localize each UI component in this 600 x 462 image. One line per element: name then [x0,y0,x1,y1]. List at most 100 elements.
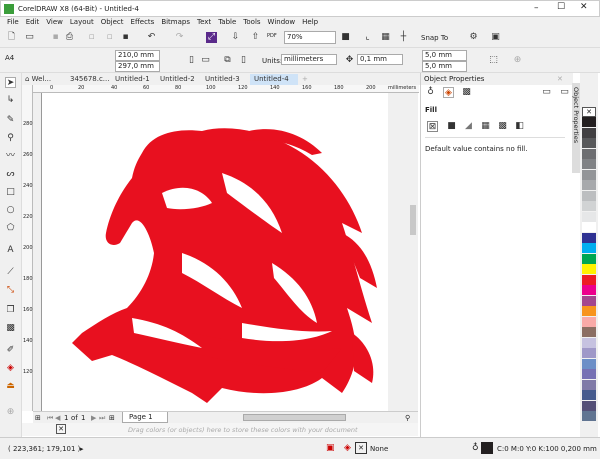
palette-swatch[interactable] [582,190,596,201]
menu-help[interactable]: Help [302,17,318,28]
tab-untitled-2[interactable]: Untitled-2 [160,74,195,85]
outline-icon[interactable]: ♁ [425,87,436,98]
add-page-before-icon[interactable]: ⊞ [35,414,41,422]
export-icon[interactable]: ⇧ [250,32,261,43]
page-size-dropdown[interactable]: A4 [3,54,98,65]
shape-tool-icon[interactable]: ↳ [5,95,16,106]
import-icon[interactable]: ⇩ [230,32,241,43]
zoom-navigator-icon[interactable]: ⚲ [405,414,410,422]
palette-swatch[interactable] [582,117,596,127]
transparency-icon[interactable]: ▩ [5,323,16,334]
current-page-icon[interactable]: ▯ [238,55,249,66]
palette-swatch[interactable] [582,274,596,285]
palette-swatch[interactable] [582,285,596,295]
no-color-swatch[interactable]: ✕ [56,424,66,434]
polygon-tool-icon[interactable]: ⬠ [5,223,16,234]
palette-swatch[interactable] [582,369,596,379]
freehand-tool-icon[interactable]: 〰 [5,151,16,162]
page-width-field[interactable]: 210,0 mm [115,50,160,61]
save-icon[interactable]: ▪ [50,32,61,43]
first-page-icon[interactable]: ⏮ [47,414,53,423]
uniform-fill-icon[interactable]: ■ [446,121,457,132]
interactive-fill-icon[interactable]: ◈ [5,363,16,374]
vertical-ruler[interactable]: 280 260 240 220 200 180 160 140 120 [22,85,33,411]
corel-connect-icon[interactable]: ⤢ [206,32,217,43]
palette-swatch[interactable] [582,337,596,348]
page-1-tab[interactable]: Page 1 [122,412,168,423]
previous-page-icon[interactable]: ◀ [55,414,60,422]
palette-swatch[interactable] [582,243,596,253]
drawing-canvas[interactable] [33,93,408,411]
artistic-media-icon[interactable]: ᔕ [5,169,16,180]
zoom-level-dropdown[interactable]: 70% [284,31,336,44]
vertical-scroll-thumb[interactable] [410,205,416,235]
transparency-icon[interactable]: ▩ [461,87,472,98]
horse-artwork[interactable] [42,93,389,411]
show-grid-icon[interactable]: ▦ [380,32,391,43]
portrait-icon[interactable]: ▯ [186,55,197,66]
print-icon[interactable]: ⎙ [64,32,75,43]
docker-side-tab[interactable]: Object Properties [572,83,580,173]
zoom-tool-icon[interactable]: ⚲ [5,133,16,144]
vertical-scrollbar[interactable] [408,93,418,411]
menu-tools[interactable]: Tools [243,17,260,28]
landscape-icon[interactable]: ▭ [200,55,211,66]
duplicate-y-field[interactable]: 5,0 mm [422,61,467,72]
next-page-icon[interactable]: ▶ [91,414,96,422]
open-folder-icon[interactable]: ▭ [24,32,35,43]
menu-table[interactable]: Table [218,17,236,28]
units-dropdown[interactable]: millimeters [281,54,337,65]
fill-icon[interactable]: ◈ [443,87,454,98]
menu-file[interactable]: File [7,17,19,28]
menu-window[interactable]: Window [268,17,296,28]
cut-icon[interactable]: ▫ [86,32,97,43]
page-height-field[interactable]: 297,0 mm [115,61,160,72]
duplicate-x-field[interactable]: 5,0 mm [422,50,467,61]
tab-welcome[interactable]: ⌂ Wel... [25,74,51,85]
horizontal-scroll-thumb[interactable] [243,414,346,421]
new-tab-icon[interactable]: + [302,74,308,85]
docker-close-icon[interactable]: ✕ [557,75,563,83]
menu-object[interactable]: Object [101,17,124,28]
palette-swatch[interactable] [582,222,596,232]
no-color-swatch[interactable]: ✕ [582,107,596,117]
palette-swatch[interactable] [582,138,596,148]
palette-swatch[interactable] [582,306,596,316]
texture-fill-icon[interactable]: ◧ [514,121,525,132]
show-guidelines-icon[interactable]: ┼ [398,32,409,43]
options-gear-icon[interactable]: ⚙ [468,32,479,43]
nudge-distance-field[interactable]: 0,1 mm [357,54,403,65]
no-fill-icon[interactable]: ⊠ [427,121,438,132]
expand-arrow-icon[interactable]: ▸ [80,445,84,453]
outline-color-swatch[interactable] [481,442,493,454]
copy-icon[interactable]: ▫ [104,32,115,43]
palette-swatch[interactable] [582,348,596,358]
palette-swatch[interactable] [582,264,596,274]
palette-swatch[interactable] [582,358,596,369]
vector-pattern-fill-icon[interactable]: ▦ [480,121,491,132]
bitmap-pattern-fill-icon[interactable]: ▩ [497,121,508,132]
menu-text[interactable]: Text [197,17,211,28]
add-page-after-icon[interactable]: ⊞ [109,414,115,422]
tab-untitled-4[interactable]: Untitled-4 [250,74,298,85]
summary-icon[interactable]: ▭ [541,87,552,98]
document-color-palette[interactable]: ✕ Drag colors (or objects) here to store… [22,423,418,436]
crop-tool-icon[interactable]: ✎ [5,115,16,126]
rectangle-tool-icon[interactable]: □ [5,187,16,198]
palette-swatch[interactable] [582,127,596,138]
customize-toolbox-icon[interactable]: ⊕ [5,407,16,418]
page[interactable] [41,93,388,411]
palette-swatch[interactable] [582,390,596,400]
palette-swatch[interactable] [582,400,596,411]
no-fill-swatch[interactable]: ✕ [355,442,367,454]
palette-swatch[interactable] [582,253,596,264]
add-icon[interactable]: ⊕ [512,55,523,66]
paste-icon[interactable]: ▪ [120,32,131,43]
menu-layout[interactable]: Layout [70,17,94,28]
maximize-button[interactable]: ☐ [557,2,565,12]
menu-effects[interactable]: Effects [131,17,155,28]
show-rulers-icon[interactable]: ⌞ [362,32,373,43]
redo-icon[interactable]: ↷ [174,32,185,43]
parallel-dimension-icon[interactable]: ⟋ [5,267,16,278]
drop-shadow-icon[interactable]: ❐ [5,305,16,316]
